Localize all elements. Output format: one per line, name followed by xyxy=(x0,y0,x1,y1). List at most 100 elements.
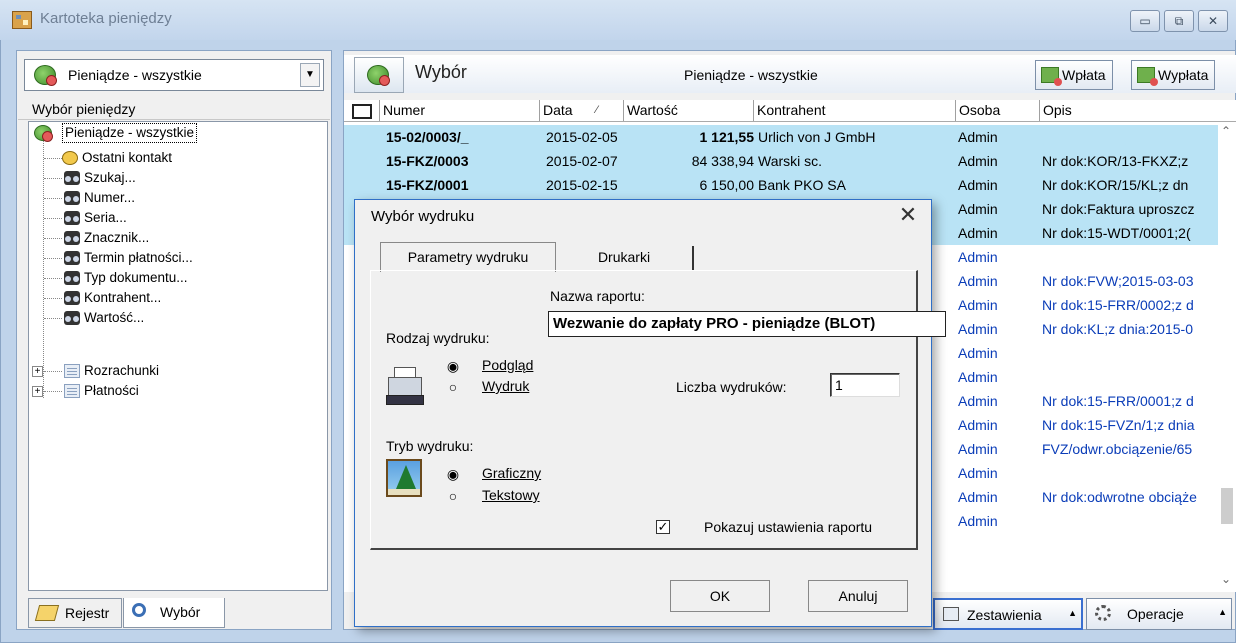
cell-osoba: Admin xyxy=(958,393,998,409)
table-row[interactable]: 15-FKZ/0001 2015-02-15 6 150,00 Bank PKO SA… xyxy=(344,173,1218,197)
binoculars-icon xyxy=(64,271,80,285)
dialog-close-icon[interactable]: ✕ xyxy=(893,200,923,230)
expand-icon[interactable]: + xyxy=(32,366,43,377)
col-kontrahent[interactable]: Kontrahent xyxy=(754,100,956,121)
filter-combo-value: Pieniądze - wszystkie xyxy=(68,67,202,83)
radio-print[interactable]: ○ xyxy=(446,380,460,394)
table-row[interactable]: 15-FKZ/0003 2015-02-07 84 338,94 Warski sc.… xyxy=(344,149,1218,173)
cell-wartosc: 1 121,55 xyxy=(699,129,755,145)
tab-print-parameters[interactable]: Parametry wydruku xyxy=(380,242,556,272)
tree-item-doc-type[interactable]: Typ dokumentu... xyxy=(84,268,188,288)
cell-opis: Nr dok:KOR/13-FKXZ;z xyxy=(1042,153,1189,169)
operacje-button[interactable]: Operacje ▲ xyxy=(1086,598,1232,630)
copies-label: Liczba wydruków: xyxy=(676,379,787,395)
show-settings-label: Pokazuj ustawienia raportu xyxy=(704,519,873,535)
select-all-checkbox[interactable] xyxy=(344,100,380,121)
ok-button[interactable]: OK xyxy=(670,580,770,612)
close-window-button[interactable]: ✕ xyxy=(1198,10,1228,32)
cell-kontrahent: Warski sc. xyxy=(758,153,823,169)
cell-osoba: Admin xyxy=(958,513,998,529)
tree-item-search[interactable]: Szukaj... xyxy=(84,168,136,188)
cell-osoba: Admin xyxy=(958,129,998,145)
cell-opis: Nr dok:KOR/15/KL;z dn xyxy=(1042,177,1189,193)
copies-input[interactable]: 1 xyxy=(830,373,900,397)
cell-opis: Nr dok:15-FRR/0002;z d xyxy=(1042,297,1194,313)
cell-opis: Nr dok:odwrotne obciąże xyxy=(1042,489,1197,505)
table-row[interactable]: 15-02/0003/_ 2015-02-05 1 121,55 Urlich von… xyxy=(344,125,1218,149)
cell-osoba: Admin xyxy=(958,249,998,265)
toolbar-label: Wybór xyxy=(415,62,467,82)
col-numer[interactable]: Numer xyxy=(380,100,540,121)
tab-rejestr[interactable]: Rejestr xyxy=(28,598,122,628)
cell-opis: FVZ/odwr.obciązenie/65 xyxy=(1042,441,1193,457)
cell-osoba: Admin xyxy=(958,321,998,337)
tree-item-value[interactable]: Wartość... xyxy=(84,308,144,328)
wplata-button[interactable]: Wpłata xyxy=(1035,60,1113,90)
tree-item-payment-term[interactable]: Termin płatności... xyxy=(84,248,193,268)
cell-numer: 15-02/0003/_ xyxy=(386,129,469,145)
selection-view-button[interactable] xyxy=(354,57,404,93)
caret-up-icon: ▲ xyxy=(1068,608,1077,618)
cell-opis: Nr dok:15-FVZn/1;z dnia xyxy=(1042,417,1195,433)
cell-data: 2015-02-15 xyxy=(546,177,618,193)
col-wartosc[interactable]: Wartość xyxy=(624,100,754,121)
print-type-label: Rodzaj wydruku: xyxy=(386,330,490,346)
expand-icon[interactable]: + xyxy=(32,386,43,397)
zestawienia-button[interactable]: Zestawienia ▲ xyxy=(933,598,1083,630)
wyplata-button[interactable]: Wypłata xyxy=(1131,60,1216,90)
zestawienia-label: Zestawienia xyxy=(967,607,1042,623)
pencil-icon xyxy=(34,605,60,621)
tab-wybor-label: Wybór xyxy=(160,604,201,620)
minimize-button[interactable]: ▭ xyxy=(1130,10,1160,32)
radio-preview[interactable]: ◉ xyxy=(446,359,460,373)
report-name-label: Nazwa raportu: xyxy=(550,288,645,304)
cell-wartosc: 6 150,00 xyxy=(699,177,755,193)
cell-wartosc: 84 338,94 xyxy=(691,153,754,169)
tree-item-settlements[interactable]: Rozrachunki xyxy=(84,361,159,381)
gear-icon xyxy=(1095,605,1111,621)
cell-osoba: Admin xyxy=(958,489,998,505)
cell-osoba: Admin xyxy=(958,465,998,481)
binoculars-icon xyxy=(64,311,80,325)
cell-osoba: Admin xyxy=(958,273,998,289)
printer-icon xyxy=(386,365,424,405)
cell-osoba: Admin xyxy=(958,369,998,385)
sort-indicator-icon: ⁄ xyxy=(596,104,598,116)
tree-item-number[interactable]: Numer... xyxy=(84,188,135,208)
combo-dropdown-arrow-icon[interactable]: ▼ xyxy=(300,63,320,87)
report-name-field[interactable]: Wezwanie do zapłaty PRO - pieniądze (BLO… xyxy=(548,311,946,337)
show-settings-checkbox[interactable]: ✓ xyxy=(656,520,670,534)
tab-printers[interactable]: Drukarki xyxy=(556,246,694,270)
money-icon xyxy=(34,65,57,86)
tree-item-marker[interactable]: Znacznik... xyxy=(84,228,149,248)
cell-data: 2015-02-07 xyxy=(546,153,618,169)
graphic-label: Graficzny xyxy=(482,465,542,481)
tree-item-last-contact[interactable]: Ostatni kontakt xyxy=(82,148,172,168)
cell-osoba: Admin xyxy=(958,441,998,457)
cell-opis: Nr dok:Faktura uproszcz xyxy=(1042,201,1195,217)
restore-button[interactable]: ⧉ xyxy=(1164,10,1194,32)
tree-item-series[interactable]: Seria... xyxy=(84,208,127,228)
radio-graphic[interactable]: ◉ xyxy=(446,467,460,481)
col-data[interactable]: Data xyxy=(540,100,624,121)
cell-opis: Nr dok:15-WDT/0001;2( xyxy=(1042,225,1191,241)
tree-root[interactable]: Pieniądze - wszystkie xyxy=(62,123,198,143)
scrollbar-thumb[interactable] xyxy=(1221,488,1233,524)
dialog-title: Wybór wydruku xyxy=(371,208,475,225)
tree-item-contractor[interactable]: Kontrahent... xyxy=(84,288,161,308)
tab-rejestr-label: Rejestr xyxy=(65,605,110,621)
col-opis[interactable]: Opis xyxy=(1040,100,1236,121)
tree-item-payments[interactable]: Płatności xyxy=(84,381,139,401)
scroll-down-icon[interactable]: ⌄ xyxy=(1221,572,1231,586)
scroll-up-icon[interactable]: ⌃ xyxy=(1221,124,1231,138)
radio-text[interactable]: ○ xyxy=(446,489,460,503)
money-icon xyxy=(367,65,390,86)
cancel-button[interactable]: Anuluj xyxy=(808,580,908,612)
cell-osoba: Admin xyxy=(958,201,998,217)
cell-osoba: Admin xyxy=(958,345,998,361)
col-osoba[interactable]: Osoba xyxy=(956,100,1040,121)
cell-osoba: Admin xyxy=(958,297,998,313)
cell-opis: Nr dok:15-FRR/0001;z d xyxy=(1042,393,1194,409)
toolbar-title: Pieniądze - wszystkie xyxy=(684,67,818,83)
tab-wybor[interactable]: Wybór xyxy=(123,598,225,628)
